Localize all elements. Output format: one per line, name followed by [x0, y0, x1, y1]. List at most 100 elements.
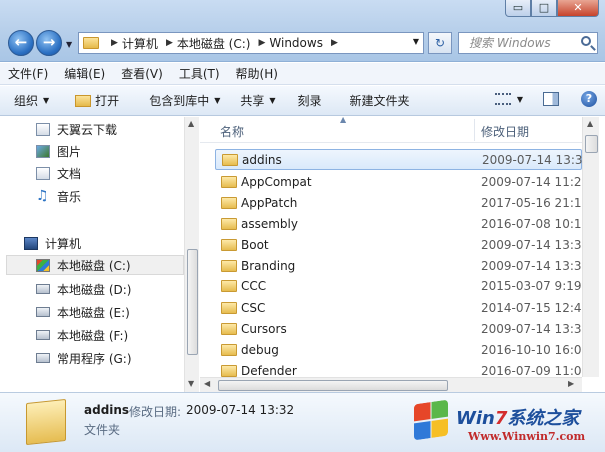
breadcrumb-drive-c[interactable]: 本地磁盘 (C:)	[177, 35, 251, 52]
nav-item-drive-g[interactable]: 常用程序 (G:)	[36, 348, 132, 368]
nav-item-computer[interactable]: 计算机	[24, 233, 81, 253]
file-name: Branding	[241, 258, 296, 273]
hard-drive-icon	[36, 330, 50, 340]
column-header-name[interactable]: 名称	[220, 123, 244, 140]
nav-item-drive-c[interactable]: 本地磁盘 (C:)	[6, 255, 184, 275]
details-modified-label: 修改日期:	[129, 405, 182, 419]
watermark-title-b: 7	[494, 408, 508, 429]
chevron-down-icon[interactable]: ▼	[517, 95, 523, 104]
chevron-right-icon[interactable]: ▶	[111, 38, 118, 48]
scroll-down-icon[interactable]: ▼	[188, 379, 194, 388]
address-bar[interactable]: ▶ 计算机 ▶ 本地磁盘 (C:) ▶ Windows ▶ ▼	[78, 32, 424, 54]
column-header-modified[interactable]: 修改日期	[481, 123, 529, 140]
folder-icon	[221, 196, 237, 209]
burn-button[interactable]: 刻录	[298, 92, 322, 109]
menu-bar: 文件(F) 编辑(E) 查看(V) 工具(T) 帮助(H)	[0, 63, 605, 85]
open-label: 打开	[95, 94, 120, 108]
address-dropdown-icon[interactable]: ▼	[413, 37, 419, 46]
nav-item-label: 音乐	[57, 189, 82, 204]
search-icon[interactable]	[581, 36, 591, 46]
file-row[interactable]: assembly 2016-07-08 10:17	[215, 213, 589, 234]
menu-edit[interactable]: 编辑(E)	[64, 65, 105, 82]
windows-logo-icon	[414, 399, 448, 441]
file-date: 2009-07-14 13:32	[481, 237, 590, 252]
burn-label: 刻录	[297, 94, 322, 108]
command-toolbar: 组织 ▼ 打开 包含到库中 ▼ 共享 ▼ 刻录 新建文件夹 ▼ ?	[0, 86, 605, 116]
menu-file[interactable]: 文件(F)	[8, 65, 48, 82]
chevron-right-icon[interactable]: ▶	[258, 38, 265, 48]
folder-icon	[221, 217, 237, 230]
file-date: 2009-07-14 13:32	[481, 321, 590, 336]
chevron-right-icon[interactable]: ▶	[166, 38, 173, 48]
scroll-left-icon[interactable]: ◀	[204, 379, 210, 388]
scroll-right-icon[interactable]: ▶	[568, 379, 574, 388]
nav-item-documents[interactable]: 文档	[36, 163, 81, 183]
file-row[interactable]: Boot 2009-07-14 13:32	[215, 234, 589, 255]
nav-item-label: 图片	[57, 144, 82, 159]
arrow-left-icon: ←	[14, 33, 28, 51]
scroll-up-icon[interactable]: ▲	[587, 119, 593, 128]
hard-drive-icon	[36, 284, 50, 294]
menu-help[interactable]: 帮助(H)	[236, 65, 278, 82]
minimize-button[interactable]: ▭	[505, 0, 531, 17]
scrollbar-thumb[interactable]	[187, 249, 198, 355]
file-row[interactable]: addins 2009-07-14 13:32	[215, 149, 590, 170]
file-date: 2009-07-14 11:20	[481, 174, 590, 189]
recent-pages-dropdown[interactable]: ▼	[66, 40, 72, 49]
file-name: Boot	[241, 237, 269, 252]
file-date: 2009-07-14 13:32	[482, 152, 591, 167]
folder-icon	[26, 398, 66, 446]
file-row[interactable]: Cursors 2009-07-14 13:32	[215, 318, 589, 339]
include-in-library-button[interactable]: 包含到库中 ▼	[149, 92, 220, 109]
nav-item-pictures[interactable]: 图片	[36, 141, 81, 161]
open-button[interactable]: 打开	[75, 92, 119, 109]
search-input[interactable]: 搜索 Windows	[458, 32, 598, 54]
breadcrumb-computer[interactable]: 计算机	[122, 35, 158, 52]
file-row[interactable]: CCC 2015-03-07 9:19	[215, 275, 582, 296]
file-row[interactable]: CSC 2014-07-15 12:48	[215, 297, 589, 318]
folder-icon	[221, 279, 237, 292]
back-button[interactable]: ←	[8, 30, 34, 56]
nav-pane-scrollbar[interactable]: ▲ ▼	[184, 117, 199, 392]
toolbar-right: ▼ ?	[494, 91, 597, 107]
file-date: 2017-05-16 21:19	[481, 195, 590, 210]
menu-view[interactable]: 查看(V)	[121, 65, 163, 82]
folder-icon	[221, 322, 237, 335]
folder-icon	[221, 238, 237, 251]
folder-icon	[83, 37, 99, 49]
scrollbar-thumb[interactable]	[218, 380, 448, 391]
menu-tools[interactable]: 工具(T)	[179, 65, 220, 82]
watermark-url: Www.Winwin7.com	[468, 430, 586, 443]
file-row[interactable]: Branding 2009-07-14 13:32	[215, 255, 589, 276]
file-list-vertical-scrollbar[interactable]: ▲	[582, 117, 599, 377]
file-list-horizontal-scrollbar[interactable]: ◀ ▶	[200, 377, 582, 392]
preview-pane-icon[interactable]	[543, 92, 559, 106]
nav-item-music[interactable]: ♫ 音乐	[36, 186, 81, 206]
refresh-button[interactable]: ↻	[428, 32, 452, 54]
breadcrumb-windows[interactable]: Windows	[269, 36, 323, 50]
change-view-icon[interactable]	[494, 93, 511, 105]
organize-button[interactable]: 组织 ▼	[14, 92, 49, 109]
share-button[interactable]: 共享 ▼	[240, 92, 275, 109]
scroll-up-icon[interactable]: ▲	[188, 119, 194, 128]
computer-icon	[24, 236, 38, 250]
maximize-button[interactable]: □	[531, 0, 557, 17]
close-button[interactable]: ✕	[557, 0, 599, 17]
chevron-right-icon[interactable]: ▶	[331, 38, 338, 48]
file-row[interactable]: debug 2016-10-10 16:02	[215, 339, 589, 360]
file-row[interactable]: AppCompat 2009-07-14 11:20	[215, 171, 589, 192]
nav-item-cloud-download[interactable]: 天翼云下载	[36, 119, 117, 139]
file-row[interactable]: AppPatch 2017-05-16 21:19	[215, 192, 589, 213]
new-folder-button[interactable]: 新建文件夹	[350, 92, 410, 109]
forward-button[interactable]: →	[36, 30, 62, 56]
nav-item-label: 本地磁盘 (E:)	[57, 305, 130, 320]
help-icon[interactable]: ?	[581, 91, 597, 107]
arrow-right-icon: →	[42, 33, 56, 51]
nav-item-drive-e[interactable]: 本地磁盘 (E:)	[36, 302, 130, 322]
scrollbar-thumb[interactable]	[585, 135, 598, 153]
nav-item-drive-d[interactable]: 本地磁盘 (D:)	[36, 279, 131, 299]
watermark-title-a: Win	[456, 408, 495, 429]
details-item-type: 文件夹	[84, 423, 121, 437]
nav-item-drive-f[interactable]: 本地磁盘 (F:)	[36, 325, 128, 345]
column-divider[interactable]	[474, 119, 475, 141]
